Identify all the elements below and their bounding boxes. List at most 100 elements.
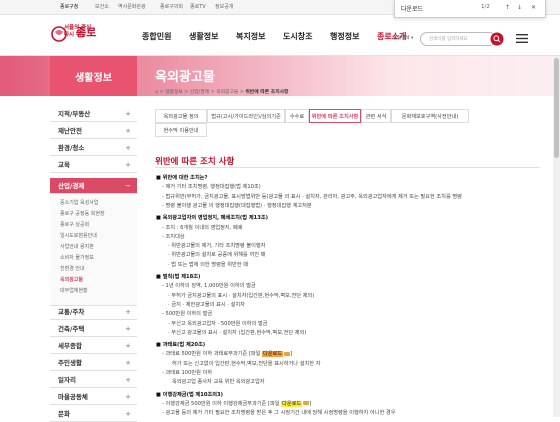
sidebar: 지적/부동산+ 재난안전+ 환경/청소+ 교육+ 보건+ 산업/경제− 중소기업… [50,96,137,422]
plus-icon: + [125,342,131,350]
download-link[interactable]: 다운로드 [281,400,303,407]
sidebar-item-building[interactable]: 건축/주택 + [50,321,137,337]
submenu-item[interactable]: 소비자 물가정보 [60,254,94,261]
content-text: - 명령 불이행 광고물 의 행정대집행(대집행법) · 행정대집행 계고처분 [162,202,312,209]
submenu-item[interactable]: 일시도로점용안내 [60,232,97,239]
scrollbar-thumb[interactable] [554,58,559,158]
utility-link-health[interactable]: 보건소 [95,3,109,10]
sidebar-item-jobs[interactable]: 일자리 + [50,372,137,388]
logo-wordmark[interactable]: 종로 [76,24,96,40]
gnb-item-city[interactable]: 도시창조 [283,31,312,42]
submenu-item[interactable]: 사업안내 용지판 [60,243,94,250]
content-tabs: 옥외광고물 정의 법규(고시/가이드라인)/심의기준 수수료 위반에 따른 조치… [155,109,540,147]
breadcrumb-item[interactable]: 옥외광고물 [216,90,238,95]
sidebar-item-culture[interactable]: 문화 + [50,406,137,422]
plus-icon: + [125,376,131,384]
content-text: 허가 또는 신고없이 입간판,현수막,벽보,전단을 표시하거나 설치한 자 [172,360,321,367]
sidebar-item-tax[interactable]: 세무종합 + [50,338,137,354]
content-text: ■ 벌칙(법 제18조) [156,274,201,280]
breadcrumb-current: 위반에 따른 조치사항 [245,90,289,95]
submenu-item[interactable]: 중소기업 육성사업 [60,199,98,206]
content-text: · 위반광고물의 제거, 기타 조치명령 불이행자 [168,243,266,250]
content-line: · 무허가 금지광고물의 표시 · 설치자(입간판,현수막,벽보,전단 제외) [168,292,314,299]
find-close-button[interactable]: ✕ [529,3,538,13]
sidebar-item-traffic[interactable]: 교통/주차 + [50,304,137,320]
section-divider [155,167,540,168]
banner-section-title: 생활정보 [75,73,112,84]
content-text: ] [290,351,293,358]
search-icon[interactable] [490,32,504,46]
sidebar-item-residents[interactable]: 주민생활 + [50,355,137,371]
content-line: - 제거 기타 조치명령, 행정대집행(법 제10조) [162,183,261,190]
breadcrumb: ⌂ > 생활정보 > 산업/경제 > 옥외광고물 > 위반에 따른 조치사항 [155,90,289,95]
breadcrumb-item[interactable]: 산업/경제 [190,90,209,95]
sidebar-item-economy[interactable]: 산업/경제 − [50,178,137,194]
breadcrumb-item[interactable]: 생활정보 [165,90,183,95]
content-text: - 법규위반(무허가, 금지광고물, 표시방법위반 등)광고물 의 표시 · 설… [162,193,462,200]
tab-banner-guide[interactable]: 현수막 이용안내 [155,123,207,137]
content-text: ■ 옥외광고업자의 영업정지, 폐쇄조치(법 제13조) [156,215,268,222]
content-line: · 위반광고물의 제거, 기타 조치명령 불이행자 [168,242,265,249]
content-line: - 이행강제금 500만원 이하 이행강제금부과기준 [파일 다운로드] [162,400,311,407]
chevron-down-icon: ▾ [409,36,414,41]
gnb-item-admin[interactable]: 행정정보 [330,31,359,42]
find-prev-button[interactable]: ↑ [503,3,512,13]
gnb-item-welfare[interactable]: 복지정보 [236,31,265,42]
page-title: 옥외광고물 [155,70,215,85]
utility-link-culture[interactable]: 역사문화관광 [118,3,146,10]
sidebar-item-safety[interactable]: 재난안전 + [50,123,137,139]
home-icon[interactable]: ⌂ [155,90,158,95]
menu-icon[interactable] [516,34,528,43]
find-query[interactable]: 다운로드 [401,4,423,13]
utility-link-council[interactable]: 종로구의회 [160,3,183,10]
download-link[interactable]: 다운로드 [262,351,284,358]
find-next-button[interactable]: ↓ [515,3,524,13]
sidebar-item-label: 지적/부동산 [58,110,91,118]
content-text: ■ 이행강제금(법 제10조의3) [156,391,224,398]
tab-violation-measures[interactable]: 위반에 따른 조치사항 [309,109,361,123]
sidebar-item-community[interactable]: 마을공동체 + [50,389,137,405]
submenu-item[interactable]: 종로구 공정동 회현장 [60,210,105,217]
content-line: · 무신고 광고물의 표시 · 설치자 (입간판,현수막,벽보,전단 제외) [168,329,306,336]
sidebar-item-environment[interactable]: 환경/청소 + [50,140,137,156]
content-text: · 무신고 광고물의 표시 · 설치자 (입간판,현수막,벽보,전단 제외) [168,329,307,336]
utility-link-tv[interactable]: 종로TV [190,3,206,10]
sidebar-item-education[interactable]: 교육 + [50,157,137,173]
plus-icon: + [125,161,131,169]
submenu-item[interactable]: 친환경 안내 [60,265,85,272]
sidebar-item-label: 재난안전 [58,127,82,135]
tab-regulations[interactable]: 법규(고시/가이드라인)/심의기준 [207,109,285,123]
content-heading: ■ 위반에 대한 조치는? [156,174,208,181]
content-text: - 제거 기타 조치명령, 행정대집행(법 제10조) [162,184,261,191]
gnb-item-life[interactable]: 생활정보 [189,31,218,42]
tab-definition[interactable]: 옥외광고물 정의 [155,109,207,123]
sidebar-item-label: 교육 [58,161,70,169]
content-text: - 과태료 100만원 이하 [162,370,213,376]
search-scope-select[interactable]: 통합검색 ▾ [393,33,417,45]
gnb-item-civil[interactable]: 종합민원 [142,31,171,42]
minus-icon: − [125,182,131,190]
section-title: 위반에 따른 조치 사항 [155,157,235,167]
plus-icon: + [125,127,131,135]
plus-icon: + [125,144,131,152]
sidebar-item-land[interactable]: 지적/부동산 + [50,106,137,122]
tab-fees[interactable]: 수수료 [285,109,309,123]
submenu-item[interactable]: 대부업체현황 [60,287,88,294]
tab-forms[interactable]: 관련 서식 [361,109,391,123]
sidebar-item-label: 산업/경제 [58,182,85,190]
tab-heritage[interactable]: 문화재보호구역(사전안내) [391,109,469,123]
submenu-item[interactable]: 종로구 상공회 [60,221,89,228]
submenu-item-active[interactable]: 옥외광고물 [60,276,83,283]
content-line: - 광고물 등의 제거 기타 필요한 조치명령을 받은 후 그 시정기간 내에 … [162,409,395,416]
sidebar-item-label: 건축/주택 [58,325,85,333]
utility-link-info[interactable]: 정보공개 [215,3,233,10]
utility-link-jongno[interactable]: 종로구청 [60,3,78,10]
plus-icon: + [125,410,131,418]
plus-icon: + [125,308,131,316]
content-text: · 무허가 금지광고물의 표시 · 설치자(입간판,현수막,벽보,전단 제외) [168,292,315,299]
content-line: - 1년 이하의 징역, 1,000만원 이하의 벌금 [162,282,256,289]
content-text: 옥외광고업 종사자 교육 위반 옥외광고업자 [172,379,265,386]
plus-icon: + [125,110,131,118]
content-text: · 위반광고물의 설치로 공중에 위해를 끼친 때 [168,252,266,259]
search-input[interactable]: 검색어를 입력하세요 [420,32,496,46]
